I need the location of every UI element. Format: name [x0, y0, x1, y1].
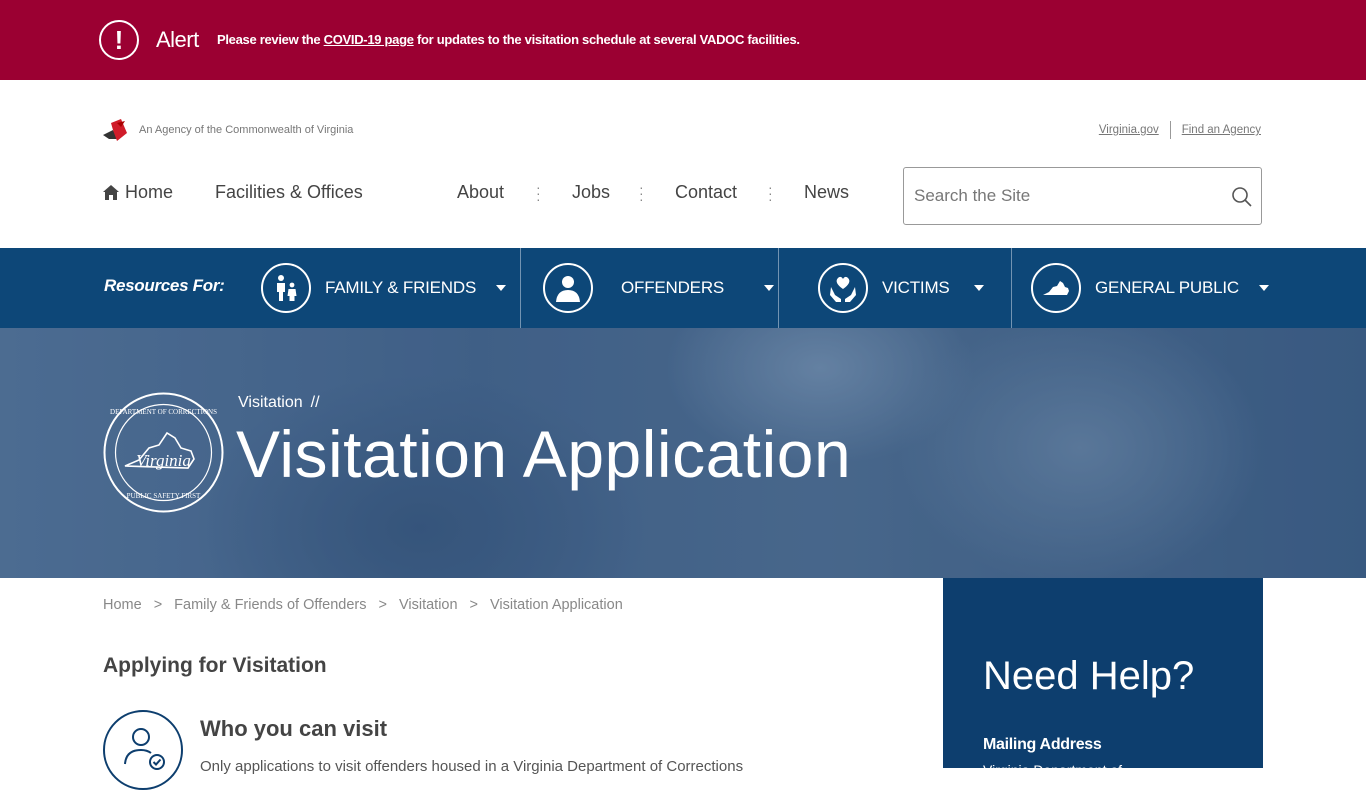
alert-message-after: for updates to the visitation schedule a… — [413, 32, 800, 47]
visit-title: Who you can visit — [200, 716, 388, 741]
mailing-address-line: Virginia Department of — [983, 762, 1123, 778]
resource-divider — [778, 248, 779, 328]
alert-banner: ! Alert Please review the COVID-19 page … — [0, 0, 1366, 80]
page-title: Visitation Application — [236, 417, 852, 491]
breadcrumb-current: Visitation Application — [490, 597, 623, 613]
breadcrumb-family-friends[interactable]: Family & Friends of Offenders — [174, 597, 366, 613]
nav-about[interactable]: About — [457, 182, 504, 203]
resource-divider — [1011, 248, 1012, 328]
covid-link[interactable]: COVID-19 page — [324, 32, 414, 47]
nav-separator-icon: · · · — [536, 179, 541, 207]
visit-body: Only applications to visit offenders hou… — [200, 758, 744, 775]
nav-facilities[interactable]: Facilities & Offices — [215, 182, 363, 203]
nav-separator-icon: · · · — [639, 179, 644, 207]
hero-crumb-visitation[interactable]: Visitation — [238, 394, 303, 411]
chevron-down-icon — [764, 285, 775, 291]
breadcrumb: Home > Family & Friends of Offenders > V… — [103, 597, 623, 613]
breadcrumb-separator: > — [153, 597, 163, 613]
heart-hands-icon — [818, 263, 868, 313]
nav-jobs[interactable]: Jobs — [572, 182, 610, 203]
agency-line: An Agency of the Commonwealth of Virgini… — [103, 119, 353, 141]
resource-general-public[interactable]: GENERAL PUBLIC — [1031, 248, 1269, 328]
hero-banner: Virginia DEPARTMENT OF CORRECTIONS PUBLI… — [0, 328, 1366, 578]
family-icon — [261, 263, 311, 313]
resource-label: VICTIMS — [882, 278, 950, 297]
alert-message: Please review the COVID-19 page for upda… — [217, 32, 800, 47]
hero-crumb-separator: // — [310, 394, 320, 411]
help-title: Need Help? — [983, 654, 1195, 698]
nav-separator-icon: · · · — [768, 179, 773, 207]
svg-text:Virginia: Virginia — [136, 451, 191, 470]
resources-bar: Resources For: FAMILY & FRIENDS OFFENDER… — [0, 248, 1366, 328]
alert-title: Alert — [156, 27, 199, 52]
nav-home-label: Home — [125, 182, 174, 202]
chevron-down-icon — [973, 285, 984, 291]
svg-text:PUBLIC SAFETY FIRST: PUBLIC SAFETY FIRST — [127, 492, 201, 500]
doc-seal-icon: Virginia DEPARTMENT OF CORRECTIONS PUBLI… — [103, 392, 224, 513]
svg-text:DEPARTMENT OF CORRECTIONS: DEPARTMENT OF CORRECTIONS — [110, 408, 217, 416]
alert-message-before: Please review the — [217, 32, 324, 47]
agency-text: An Agency of the Commonwealth of Virgini… — [139, 124, 354, 136]
main-nav: Home Facilities & Offices About · · · Jobs… — [103, 179, 883, 208]
breadcrumb-home[interactable]: Home — [103, 597, 142, 613]
nav-home[interactable]: Home — [103, 182, 173, 203]
resource-offenders[interactable]: OFFENDERS — [543, 248, 775, 328]
need-help-panel: Need Help? Mailing Address Virginia Depa… — [943, 578, 1263, 778]
virginia-gov-link[interactable]: Virginia.gov — [1099, 124, 1159, 136]
breadcrumb-separator: > — [469, 597, 479, 613]
chevron-down-icon — [1258, 285, 1269, 291]
find-agency-link[interactable]: Find an Agency — [1182, 124, 1261, 136]
cardinal-logo-icon — [103, 119, 127, 141]
breadcrumb-separator: > — [378, 597, 387, 613]
nav-contact[interactable]: Contact — [675, 182, 737, 203]
hero-breadcrumb: Visitation // — [238, 394, 320, 412]
resources-label: Resources For: — [104, 276, 225, 295]
utility-links: Virginia.gov Find an Agency — [1099, 121, 1261, 139]
virginia-state-icon — [1031, 263, 1081, 313]
alert-icon: ! — [99, 20, 139, 60]
utility-divider — [1169, 121, 1171, 139]
mailing-address-label: Mailing Address — [983, 736, 1102, 753]
person-check-icon — [103, 710, 183, 790]
nav-news[interactable]: News — [804, 182, 849, 203]
resource-label: OFFENDERS — [621, 278, 725, 297]
chevron-down-icon — [496, 285, 507, 291]
search-icon[interactable] — [1231, 186, 1253, 208]
resource-family-friends[interactable]: FAMILY & FRIENDS — [261, 248, 507, 328]
resource-label: GENERAL PUBLIC — [1095, 278, 1239, 297]
resource-victims[interactable]: VICTIMS — [818, 248, 984, 328]
breadcrumb-visitation[interactable]: Visitation — [399, 597, 458, 613]
person-icon — [543, 263, 593, 313]
resource-label: FAMILY & FRIENDS — [325, 278, 477, 297]
home-icon — [103, 185, 119, 200]
resource-divider — [520, 248, 521, 328]
search-box — [903, 167, 1262, 225]
section-title: Applying for Visitation — [103, 654, 327, 677]
search-input[interactable] — [914, 183, 1214, 209]
